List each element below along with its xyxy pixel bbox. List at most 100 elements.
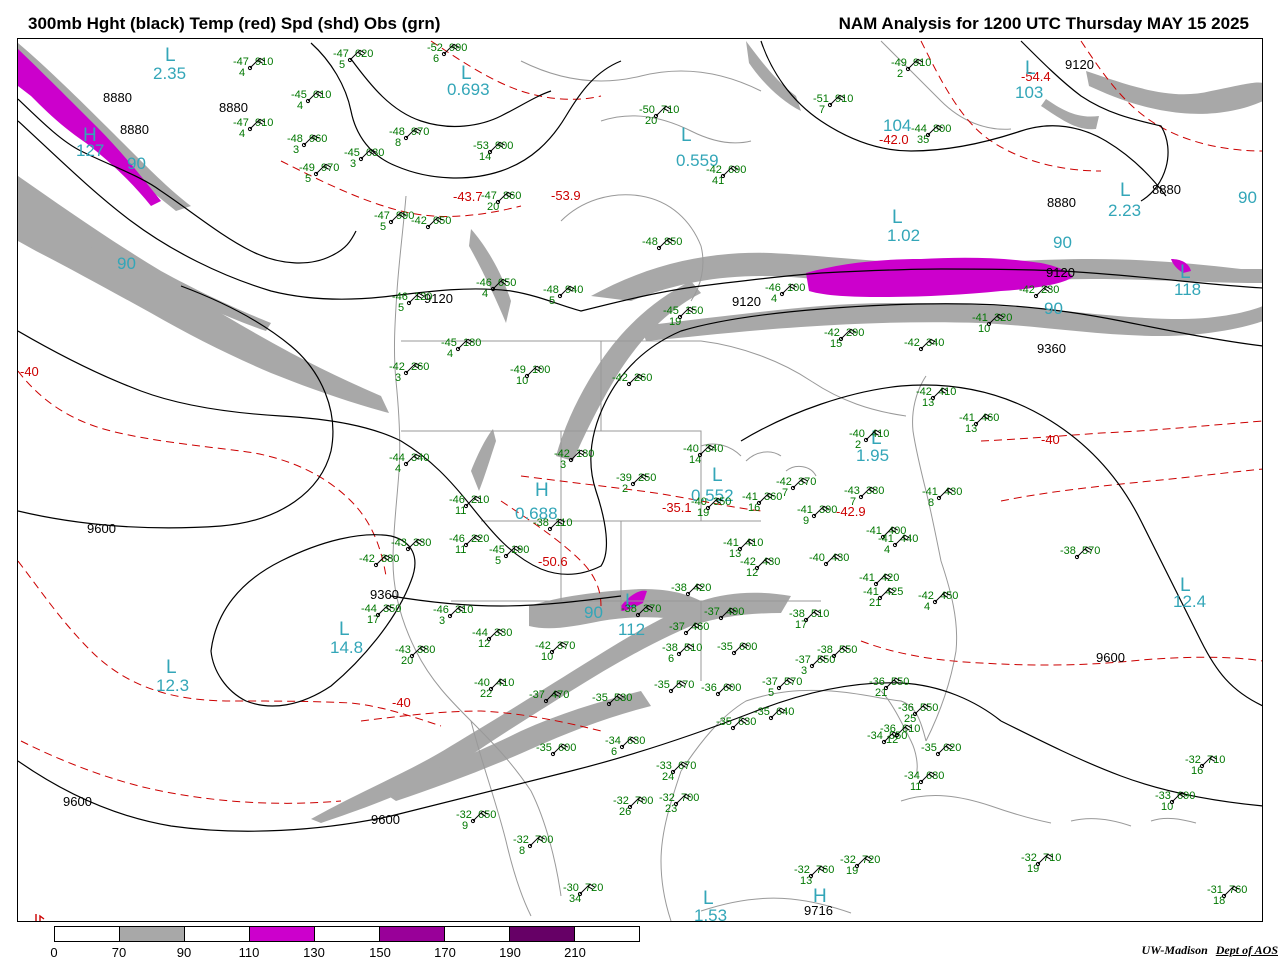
obs-dewpoint-depression: 19 [669,316,681,328]
height-label: 9120 [1046,265,1075,280]
center-letter-l: L [712,465,723,486]
obs-dewpoint-depression: 8 [519,845,525,857]
speed-center-value: 104 [883,116,911,135]
temperature-contours [18,40,1262,804]
obs-height: 100 [787,282,805,294]
legend-segment [315,927,380,941]
obs-dewpoint-depression: 5 [398,302,404,314]
legend-segment [250,927,315,941]
obs-temperature: -43 [391,537,407,549]
legend-tick-label: 150 [369,945,391,960]
legend-segment [510,927,575,941]
obs-height: 030 [366,147,384,159]
obs-height: 550 [889,730,907,742]
station-observation: -42 260 [612,372,652,387]
obs-height: 910 [835,93,853,105]
obs-height: 340 [411,452,429,464]
obs-height: 210 [471,494,489,506]
station-observation: -49 9705 [299,162,339,185]
jet-alaska-arc [746,41,801,111]
speed-center-value: 14.8 [330,638,363,657]
obs-temperature: -38 [671,582,687,594]
obs-height: 720 [862,854,880,866]
isotherm-atlantic [1000,468,1262,502]
obs-height: 910 [255,56,273,68]
station-observation: -48 9708 [389,126,429,149]
obs-temperature: -38 [817,644,833,656]
jet-labrador [1041,99,1099,130]
obs-dewpoint-depression: 9 [462,820,468,832]
station-observation: -46 3103 [433,604,473,627]
station-observation: -47 9905 [374,210,414,233]
obs-dewpoint-depression: 3 [350,158,356,170]
station-observation: -41 42521 [863,586,903,609]
speed-center-value: 1.02 [887,226,920,245]
temp-label: -40 [20,364,39,379]
speed-center-value: 103 [1015,83,1043,102]
legend-segment [185,927,250,941]
obs-height: 630 [738,716,756,728]
obs-temperature: -35 [536,742,552,754]
obs-height: 180 [576,448,594,460]
obs-dewpoint-depression: 10 [978,323,990,335]
station-observation: -44 3404 [389,452,429,475]
obs-height: 350 [383,603,401,615]
map-canvas: 8880 8880 8880 8880 8880 9120 9120 9120 … [18,40,1262,921]
obs-height: 430 [944,486,962,498]
obs-dewpoint-depression: 7 [819,104,825,116]
obs-dewpoint-depression: 5 [380,221,386,233]
obs-dewpoint-depression: 3 [395,372,401,384]
obs-dewpoint-depression: 4 [482,288,488,300]
station-observation: -52 9906 [427,42,467,65]
legend-tick-label: 170 [434,945,456,960]
legend-tick-label: 130 [303,945,325,960]
station-observation: -40 41022 [474,677,514,700]
station-observation: -36 600 [701,682,741,697]
center-letter-h: H [535,480,549,501]
legend-segment [445,927,510,941]
station-observation: -36 55025 [898,702,938,725]
obs-dewpoint-depression: 5 [768,687,774,699]
obs-temperature: -35 [921,742,937,754]
obs-height: 850 [664,236,682,248]
obs-height: 700 [635,795,653,807]
obs-temperature: -42 [411,215,427,227]
station-observation: -32 6509 [456,809,496,832]
height-label: 8880 [120,122,149,137]
coastline-east [912,375,958,742]
obs-temperature: -42 [612,372,628,384]
obs-dewpoint-depression: 3 [560,459,566,471]
speed-center-value: 127 [76,141,104,160]
obs-height: 420 [881,572,899,584]
isotherm-east [980,420,1262,442]
jet-rockies-sliver [471,429,496,491]
obs-height: 410 [871,428,889,440]
obs-dewpoint-depression: 2 [855,439,861,451]
obs-height: 490 [726,606,744,618]
isotherm-canada [280,160,522,217]
obs-height: 960 [309,133,327,145]
station-observation: -35 640 [754,706,794,721]
obs-height: 700 [681,792,699,804]
obs-height: 260 [634,372,652,384]
obs-height: 330 [494,627,512,639]
obs-temperature: -42 [359,553,375,565]
legend-tick-label: 70 [111,945,127,960]
height-label: 8880 [1047,195,1076,210]
obs-dewpoint-depression: 5 [549,295,555,307]
height-label: 9360 [370,587,399,602]
station-observation: -37 5503 [795,654,835,677]
speed-center-value: 0.693 [447,80,490,99]
legend-tick-label: 210 [564,945,586,960]
observation-layer: -47 9104-47 0205-52 9906-45 0104-47 9104 -48 96… [233,42,1247,907]
station-observation: -46 22011 [449,533,489,556]
obs-dewpoint-depression: 6 [433,53,439,65]
station-observation: -42 29015 [824,327,864,350]
station-observation: -39 2502 [616,472,656,495]
legend-tick-label: 110 [238,945,260,960]
obs-height: 760 [1229,884,1247,896]
obs-temperature: -40 [809,552,825,564]
center-letters: L L H L L L L L H L L L L H L L L [83,45,1191,909]
station-observation: -49 9102 [891,57,931,80]
obs-dewpoint-depression: 19 [697,507,709,519]
